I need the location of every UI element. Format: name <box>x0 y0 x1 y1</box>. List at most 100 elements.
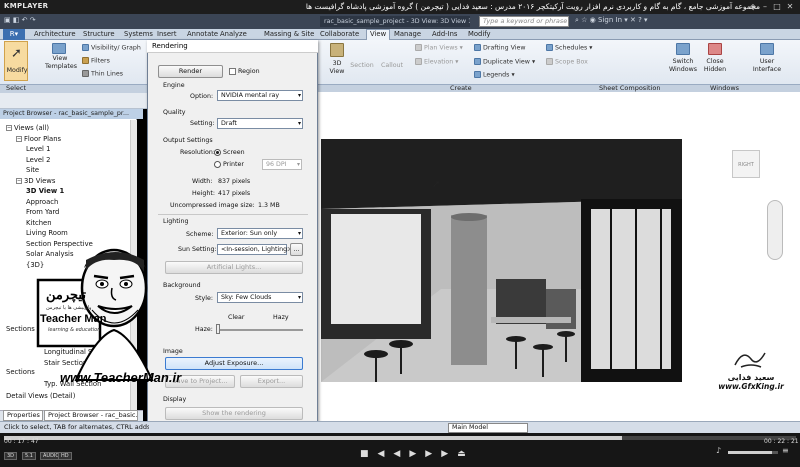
browser-section-header[interactable]: Sections <box>6 325 35 333</box>
minimize-icon[interactable]: – <box>760 2 770 12</box>
filters-button[interactable]: Filters <box>82 57 110 65</box>
speaker-icon[interactable]: ♪ <box>716 446 721 455</box>
teacherman-url: www.TeacherMan.ir <box>60 370 182 385</box>
tab-systems[interactable]: Systems <box>124 30 153 40</box>
star-icon[interactable]: ☆ <box>581 16 587 24</box>
browser-item[interactable]: 3D View 1 <box>26 187 64 195</box>
viewcube[interactable]: RIGHT <box>732 150 760 178</box>
thin-lines-button[interactable]: Thin Lines <box>82 70 123 78</box>
callout-button[interactable]: Callout <box>378 62 406 69</box>
browser-item[interactable]: − Floor Plans <box>16 135 61 143</box>
user-interface-button[interactable]: User Interface <box>750 58 784 74</box>
browser-item-lower[interactable]: Detail Views (Detail) <box>6 392 75 400</box>
tab-analyze[interactable]: Analyze <box>220 30 247 40</box>
close-icon[interactable]: ✕ <box>785 2 795 12</box>
stop-icon[interactable]: ■ <box>360 449 378 459</box>
elevation-button[interactable]: Elevation ▾ <box>415 58 458 66</box>
application-menu-button[interactable]: R▾ <box>3 29 25 40</box>
background-style-select[interactable]: Sky: Few Clouds ▾ <box>217 292 303 303</box>
project-browser-tab[interactable]: Project Browser - rac_basic... <box>44 410 138 421</box>
browser-item[interactable]: Living Room <box>26 229 68 237</box>
adjust-exposure-button[interactable]: Adjust Exposure... <box>165 357 303 370</box>
artificial-lights-button[interactable]: Artificial Lights... <box>165 261 303 274</box>
exchange-icon[interactable]: ✕ <box>630 16 636 24</box>
browser-section-header[interactable]: Sections <box>6 368 35 376</box>
tab-architecture[interactable]: Architecture <box>34 30 76 40</box>
collapse-toggle-icon[interactable]: − <box>6 125 12 131</box>
next-icon[interactable]: ▶▶ <box>425 449 457 459</box>
collapse-toggle-icon[interactable]: − <box>16 177 22 184</box>
user-icon[interactable]: ◉ <box>590 16 596 24</box>
browser-item[interactable]: From Yard <box>26 208 59 216</box>
sun-setting-browse-button[interactable]: … <box>290 243 303 256</box>
section-button[interactable]: Section <box>350 62 374 69</box>
visibility-graphics-button[interactable]: Visibility/ Graph <box>82 44 141 52</box>
infocenter[interactable]: ⌕ ☆ ◉ Sign In ▾ ✕ ? ▾ <box>575 16 648 25</box>
browser-item[interactable]: Level 2 <box>26 156 50 164</box>
tab-annotate[interactable]: Annotate <box>187 30 218 40</box>
legends-button[interactable]: Legends ▾ <box>474 71 515 79</box>
navigation-bar[interactable] <box>767 200 783 260</box>
maximize-icon[interactable]: □ <box>772 2 782 12</box>
drafting-view-button[interactable]: Drafting View <box>474 44 526 52</box>
browser-item[interactable]: Level 1 <box>26 145 50 153</box>
lighting-scheme-select[interactable]: Exterior: Sun only ▾ <box>217 228 303 239</box>
close-hidden-button[interactable]: Close Hidden <box>700 58 730 74</box>
haze-slider-thumb[interactable] <box>216 324 220 334</box>
browser-item[interactable]: Kitchen <box>26 219 52 227</box>
region-checkbox[interactable] <box>229 68 236 75</box>
teacherman-tagline: learning & education <box>48 327 101 333</box>
browser-item[interactable]: Approach <box>26 198 58 206</box>
tab-view[interactable]: View <box>366 29 391 40</box>
printer-radio[interactable] <box>214 161 221 168</box>
modify-button[interactable]: ➚ Modify <box>4 41 28 81</box>
plan-views-button[interactable]: Plan Views ▾ <box>415 44 463 52</box>
tab-add-ins[interactable]: Add-Ins <box>432 30 457 40</box>
tab-massing-site[interactable]: Massing & Site <box>264 30 314 40</box>
view-templates-button[interactable]: View Templates <box>45 55 77 71</box>
tab-insert[interactable]: Insert <box>157 30 177 40</box>
select-group-label-2[interactable]: Select <box>6 84 26 92</box>
dpi-select[interactable]: 96 DPI ▾ <box>262 159 302 170</box>
resolution-label: Resolution: <box>180 149 216 156</box>
tab-manage[interactable]: Manage <box>394 30 421 40</box>
duplicate-view-button[interactable]: Duplicate View ▾ <box>474 58 535 66</box>
search-input[interactable]: Type a keyword or phrase <box>479 16 569 27</box>
eject-icon[interactable]: ⏏ <box>457 449 475 459</box>
engine-option-select[interactable]: NVIDIA mental ray ▾ <box>217 90 303 101</box>
play-icon[interactable]: ▶ <box>409 449 425 459</box>
style-label: Style: <box>195 295 213 302</box>
player-badge[interactable]: 3D <box>4 452 18 460</box>
schedules-button[interactable]: Schedules ▾ <box>546 44 592 52</box>
collapse-toggle-icon[interactable]: − <box>16 135 22 142</box>
sign-in-link[interactable]: Sign In <box>598 16 622 24</box>
tab-modify[interactable]: Modify <box>468 30 491 40</box>
help-icon[interactable]: ? <box>638 16 642 24</box>
tab-collaborate[interactable]: Collaborate <box>320 30 359 40</box>
render-button[interactable]: Render <box>158 65 223 78</box>
tab-structure[interactable]: Structure <box>83 30 115 40</box>
player-badge[interactable]: 5.1 <box>22 452 36 460</box>
sun-setting-field[interactable]: <In-session, Lighting> <box>217 244 292 255</box>
switch-windows-button[interactable]: Switch Windows <box>666 58 700 74</box>
scope-box-button[interactable]: Scope Box <box>546 58 588 66</box>
screen-radio[interactable] <box>214 149 221 156</box>
binoculars-icon[interactable]: ⌕ <box>575 16 579 24</box>
pin-icon[interactable]: ◈ <box>748 2 758 12</box>
kmplayer-logo: KMPLAYER <box>4 2 49 10</box>
browser-item[interactable]: Site <box>26 166 39 174</box>
previous-icon[interactable]: ◀◀ <box>378 449 410 459</box>
browser-item-label: Views (all) <box>14 124 50 132</box>
export-button[interactable]: Export... <box>240 375 303 388</box>
settings-icon[interactable]: ≡ <box>782 446 789 455</box>
properties-tab[interactable]: Properties <box>3 410 43 421</box>
player-badge[interactable]: HD <box>58 452 72 460</box>
haze-slider-track[interactable] <box>217 329 303 331</box>
browser-item[interactable]: − Views (all) <box>6 124 49 132</box>
active-workset-select[interactable]: Main Model <box>448 423 528 433</box>
quality-setting-select[interactable]: Draft ▾ <box>217 118 303 129</box>
3d-view-button[interactable]: 3D View <box>326 60 348 76</box>
show-rendering-button[interactable]: Show the rendering <box>165 407 303 420</box>
browser-item[interactable]: −3D Views <box>16 177 55 185</box>
quick-access-icons[interactable]: ▣ ◧ ↶ ↷ <box>4 16 44 27</box>
